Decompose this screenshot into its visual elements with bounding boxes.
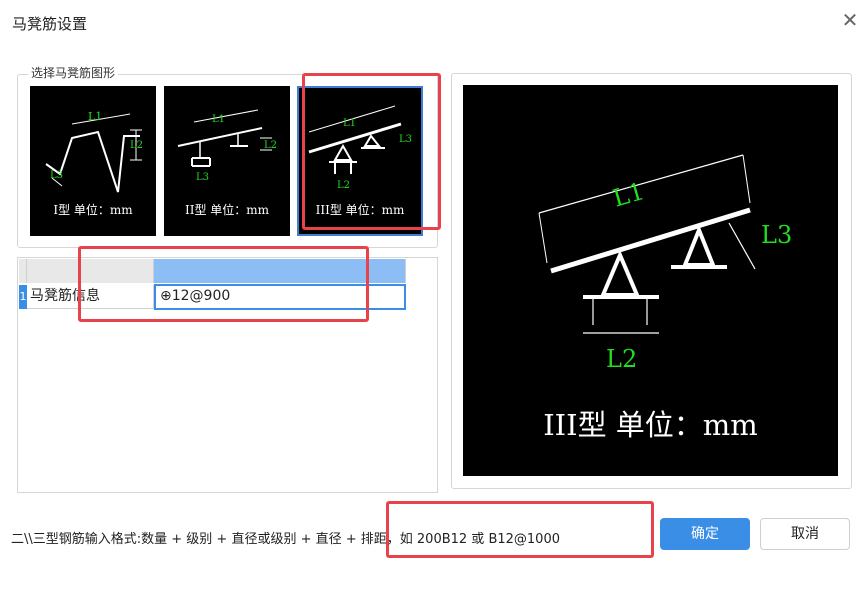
table-row-number: 1 <box>19 285 27 309</box>
type-2-l3-label: L3 <box>196 172 209 183</box>
table-corner-header <box>19 259 27 283</box>
preview-l2-label: L2 <box>606 345 637 373</box>
type-1-caption: I型 单位：mm <box>53 203 133 217</box>
preview-l1-label: L1 <box>610 177 648 213</box>
preview-caption: III型 单位：mm <box>543 408 758 442</box>
highlight-box-value <box>78 246 369 322</box>
type-2-caption: II型 单位：mm <box>184 203 270 217</box>
close-icon[interactable]: ✕ <box>840 10 860 30</box>
shape-option-type-1[interactable]: L1 L2 L3 I型 单位：mm <box>30 86 156 236</box>
type-2-l1-label: L1 <box>212 114 225 125</box>
preview-panel: L1 L3 L2 III型 单位：mm <box>463 85 838 476</box>
type-1-l3-label: L3 <box>50 170 63 181</box>
shape-option-type-2[interactable]: L1 L2 L3 II型 单位：mm <box>164 86 290 236</box>
ok-button[interactable]: 确定 <box>660 518 750 550</box>
shape-group-legend: 选择马凳筋图形 <box>28 64 119 81</box>
type-2-l2-label: L2 <box>264 140 277 151</box>
format-hint: 二\\三型钢筋输入格式:数量 + 级别 + 直径或级别 + 直径 + 排距，如 … <box>11 532 560 547</box>
preview-l3-label: L3 <box>761 221 792 249</box>
type-1-l2-label: L2 <box>130 140 143 151</box>
type-1-l1-label: L1 <box>88 110 102 123</box>
cancel-button[interactable]: 取消 <box>760 518 850 550</box>
highlight-box-shape <box>302 73 441 230</box>
dialog-title: 马凳筋设置 <box>12 15 88 33</box>
